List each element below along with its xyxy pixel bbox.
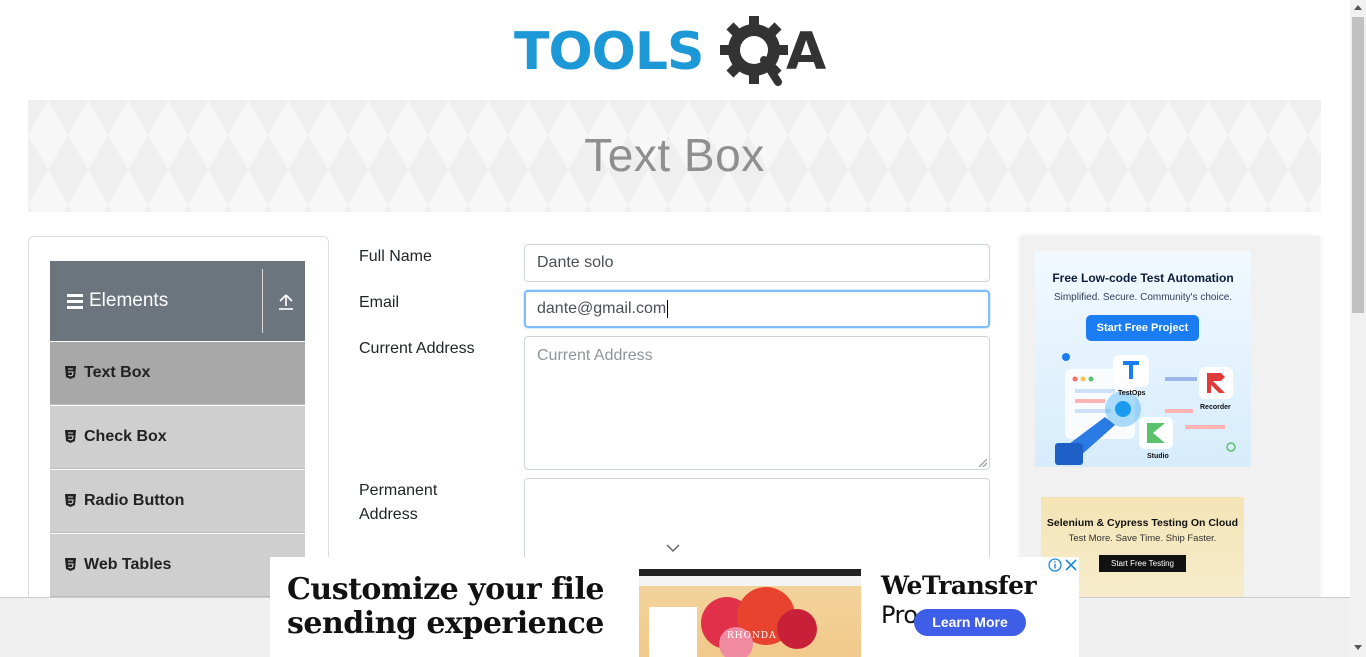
page-title: Text Box	[584, 129, 765, 181]
hamburger-icon	[67, 294, 83, 309]
logo-text: TOOLS	[514, 22, 704, 82]
current-address-label: Current Address	[359, 340, 475, 357]
vertical-scrollbar[interactable]	[1350, 0, 1366, 657]
ad-brand-suffix: Pro	[881, 601, 918, 629]
full-name-label: Full Name	[359, 248, 432, 265]
learn-more-button[interactable]: Learn More	[914, 609, 1026, 636]
current-address-textarea[interactable]: Current Address	[524, 336, 990, 470]
current-address-placeholder: Current Address	[537, 347, 653, 364]
sidebar-item-label: Check Box	[84, 428, 167, 445]
permanent-address-label-line2: Address	[359, 506, 418, 523]
divider	[262, 269, 263, 333]
sidebar-item-web-tables[interactable]: Web Tables	[50, 534, 305, 597]
scroll-down-arrow-icon[interactable]	[1354, 645, 1362, 651]
sidebar-item-label: Web Tables	[84, 556, 172, 573]
ad-cta-button[interactable]: Start Free Project	[1086, 315, 1199, 341]
page: TOOLS A Text Box Elements Text Box Check…	[0, 0, 1366, 657]
katalon-ad[interactable]: Free Low-code Test Automation Simplified…	[1035, 251, 1251, 467]
ad-cta-button[interactable]: Start Free Testing	[1099, 555, 1186, 572]
html5-icon	[65, 366, 76, 379]
permanent-address-label: Permanent Address	[359, 479, 437, 527]
scrollbar-thumb[interactable]	[1352, 17, 1364, 313]
text-caret	[667, 299, 669, 318]
ad-image-caption: RHONDA	[727, 631, 777, 641]
full-name-value: Dante solo	[537, 254, 614, 271]
email-value: dante@gmail.com	[537, 300, 667, 317]
ad-image: RHONDA	[639, 569, 861, 657]
full-name-input[interactable]: Dante solo	[524, 244, 990, 282]
permanent-address-label-line1: Permanent	[359, 482, 438, 499]
collapse-upload-icon[interactable]	[278, 293, 294, 311]
ad-info-icon[interactable]	[1048, 558, 1062, 572]
close-icon[interactable]	[1064, 558, 1078, 572]
ad-headline-line1: Customize your file	[287, 572, 604, 607]
ad-title: Selenium & Cypress Testing On Cloud	[1046, 517, 1239, 529]
toolsqa-logo[interactable]: TOOLS A	[514, 14, 838, 94]
ad-tile-label: TestOps	[1118, 390, 1146, 397]
sidebar-item-radio-button[interactable]: Radio Button	[50, 470, 305, 533]
sidebar-item-check-box[interactable]: Check Box	[50, 406, 305, 469]
email-label: Email	[359, 294, 400, 311]
html5-icon	[65, 494, 76, 507]
ad-headline: Customize your file sending experience	[287, 573, 604, 641]
logo-suffix: A	[786, 22, 827, 82]
sidebar-item-label: Radio Button	[84, 492, 185, 509]
sidebar-group-elements[interactable]: Elements	[50, 261, 305, 341]
page-banner: Text Box	[28, 100, 1321, 212]
ad-title: Free Low-code Test Automation	[1052, 271, 1234, 285]
scroll-up-arrow-icon[interactable]	[1354, 4, 1362, 10]
ad-brand-name: WeTransfer	[881, 571, 1037, 600]
ad-tile-label: Recorder	[1200, 404, 1231, 411]
email-input[interactable]: dante@gmail.com	[524, 290, 990, 328]
ad-subtitle: Simplified. Secure. Community's choice.	[1053, 292, 1233, 303]
sidebar-item-label: Text Box	[84, 364, 151, 381]
ad-subtitle: Test More. Save Time. Ship Faster.	[1068, 533, 1217, 544]
chevron-down-icon[interactable]	[666, 543, 680, 553]
wetransfer-ad[interactable]: Customize your file sending experience R…	[270, 557, 1079, 657]
resize-grip-icon[interactable]	[979, 459, 987, 467]
sidebar-group-title: Elements	[89, 290, 169, 311]
sidebar-item-text-box[interactable]: Text Box	[50, 342, 305, 405]
html5-icon	[65, 558, 76, 571]
ad-headline-line2: sending experience	[287, 606, 604, 641]
html5-icon	[65, 430, 76, 443]
ad-tile-label: Studio	[1147, 453, 1169, 460]
